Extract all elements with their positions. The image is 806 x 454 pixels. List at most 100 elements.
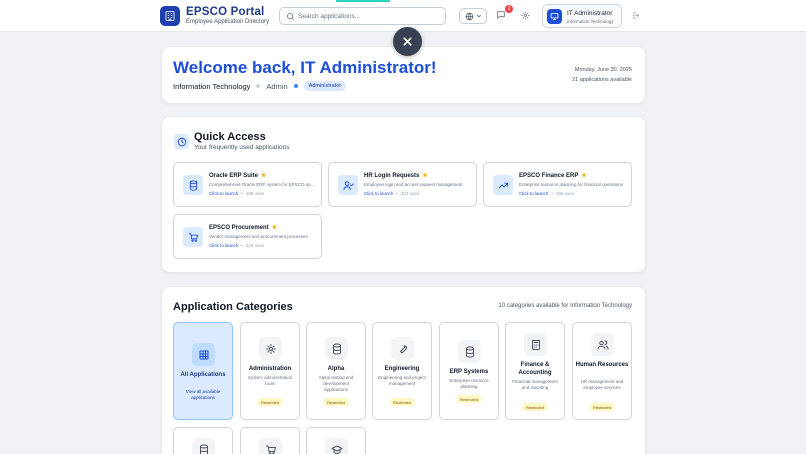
category-all-applications[interactable]: All Applications View all available appl… — [173, 322, 233, 420]
gear-icon — [259, 337, 282, 360]
star-icon: ★ — [581, 173, 587, 179]
restricted-badge: Restricted — [257, 398, 283, 406]
messages-button[interactable] — [496, 10, 506, 20]
category-engineering[interactable]: Engineering Engineering and project mana… — [372, 322, 432, 420]
role-label: Admin — [266, 81, 288, 91]
database-icon — [192, 438, 215, 454]
app-description: Enterprise resource planning for financi… — [519, 182, 624, 187]
category-finance-accounting[interactable]: Finance & Accounting Financial managemen… — [505, 322, 565, 420]
graduation-cap-icon — [325, 438, 348, 454]
role-badge: Administrator — [303, 81, 347, 91]
categories-section: Application Categories 10 categories ava… — [162, 287, 645, 454]
department-label: Information Technology — [173, 81, 251, 91]
restricted-badge: Restricted — [456, 395, 482, 403]
globe-icon — [465, 12, 474, 21]
database-icon — [458, 340, 481, 363]
brand-title[interactable]: EPSCO Portal — [186, 6, 264, 18]
user-check-icon — [338, 175, 358, 195]
separator-dot: • — [241, 243, 243, 248]
close-icon — [401, 35, 414, 48]
app-launch-row: Click to launch • 188 uses — [209, 191, 264, 196]
category-name: Engineering — [384, 366, 420, 372]
app-name: EPSCO Finance ERP ★ — [519, 172, 587, 179]
app-card-oracle-erp-suite[interactable]: Oracle ERP Suite ★ Comprehensive Oracle E… — [173, 162, 322, 207]
app-name: HR Login Requests ★ — [364, 172, 428, 179]
quick-access-title: Quick Access — [194, 131, 266, 143]
separator-dot: • — [241, 191, 243, 196]
app-description: Employee login and access request manage… — [364, 182, 463, 187]
category-human-resources[interactable]: Human Resources HR management and employ… — [572, 322, 632, 420]
usage-count: 323 uses — [400, 191, 420, 196]
category-card[interactable] — [173, 427, 233, 454]
app-description: Vendor management and procurement proces… — [209, 234, 308, 239]
usage-count: 229 uses — [245, 243, 265, 248]
separator-dot — [256, 84, 261, 88]
user-menu[interactable]: IT Administrator Information Technology — [542, 4, 622, 28]
app-launch-row: Click to launch • 323 uses — [364, 191, 419, 196]
quick-access-subtitle: Your frequently used applications — [194, 144, 290, 151]
launch-link[interactable]: Click to launch — [364, 191, 393, 196]
user-department: Information Technology — [567, 19, 614, 24]
launch-link[interactable]: Click to launch — [209, 243, 238, 248]
category-name: Human Resources — [575, 362, 629, 368]
wrench-icon — [391, 337, 414, 360]
chevron-down-icon — [476, 13, 482, 19]
category-name: All Applications — [180, 372, 226, 378]
settings-button[interactable] — [521, 11, 530, 20]
category-card[interactable] — [306, 427, 366, 454]
restricted-badge: Restricted — [522, 403, 548, 411]
launch-link[interactable]: Click to launch — [209, 191, 238, 196]
search-box[interactable] — [279, 7, 446, 25]
app-name-text: EPSCO Procurement — [209, 225, 269, 231]
user-name: IT Administrator — [567, 10, 613, 17]
logout-icon — [632, 11, 641, 20]
logout-button[interactable] — [632, 11, 641, 20]
categories-subtitle: 10 categories available for Information … — [498, 303, 632, 309]
star-icon: ★ — [422, 173, 428, 179]
grid-icon — [192, 343, 215, 366]
category-description: Enterprise resource planning — [449, 378, 489, 389]
database-icon — [325, 337, 348, 360]
close-button[interactable] — [393, 27, 422, 56]
apps-available-count: 21 applications available — [572, 76, 632, 83]
category-name: ERP Systems — [449, 369, 489, 375]
category-card[interactable] — [240, 427, 300, 454]
usage-count: 196 uses — [555, 191, 575, 196]
category-description: Alpha testing and development applicatio… — [318, 375, 354, 392]
launch-link[interactable]: Click to launch — [519, 191, 548, 196]
clock-icon — [174, 134, 189, 149]
app-name-text: Oracle ERP Suite — [209, 173, 258, 179]
category-administration[interactable]: Administration System administration too… — [240, 322, 300, 420]
app-name: Oracle ERP Suite ★ — [209, 172, 266, 179]
search-input[interactable] — [298, 10, 438, 23]
language-selector[interactable] — [459, 8, 487, 24]
category-name: Alpha — [327, 366, 345, 372]
app-card-epsco-finance-erp[interactable]: EPSCO Finance ERP ★ Enterprise resource p… — [483, 162, 632, 207]
monitor-avatar-icon — [547, 9, 562, 24]
trending-up-icon — [493, 175, 513, 195]
app-name-text: EPSCO Finance ERP — [519, 173, 579, 179]
calculator-icon — [524, 333, 547, 356]
app-card-hr-login-requests[interactable]: HR Login Requests ★ Employee login and ac… — [328, 162, 477, 207]
welcome-meta: Information Technology Admin Administrat… — [173, 81, 347, 91]
search-accent-bar — [336, 0, 390, 2]
app-launch-row: Click to launch • 229 uses — [209, 243, 264, 248]
current-date: Monday, June 30, 2025 — [574, 67, 632, 73]
usage-count: 188 uses — [245, 191, 265, 196]
category-description: View all available applications — [185, 389, 221, 400]
app-card-epsco-procurement[interactable]: EPSCO Procurement ★ Vendor management and… — [173, 214, 322, 259]
category-alpha[interactable]: Alpha Alpha testing and development appl… — [306, 322, 366, 420]
restricted-badge: Restricted — [589, 403, 615, 411]
database-icon — [183, 175, 203, 195]
category-erp-systems[interactable]: ERP Systems Enterprise resource planning… — [439, 322, 499, 420]
separator-dot: • — [396, 191, 398, 196]
categories-title: Application Categories — [173, 301, 293, 313]
gear-icon — [521, 11, 530, 20]
search-icon — [286, 12, 295, 21]
category-description: Engineering and project management — [378, 375, 426, 386]
category-name: Finance & Accounting — [518, 362, 552, 376]
restricted-badge: Restricted — [323, 398, 349, 406]
category-description: Financial management and reporting — [512, 379, 558, 390]
building-logo-icon[interactable] — [160, 6, 180, 26]
category-description: System administration tools — [247, 375, 293, 386]
